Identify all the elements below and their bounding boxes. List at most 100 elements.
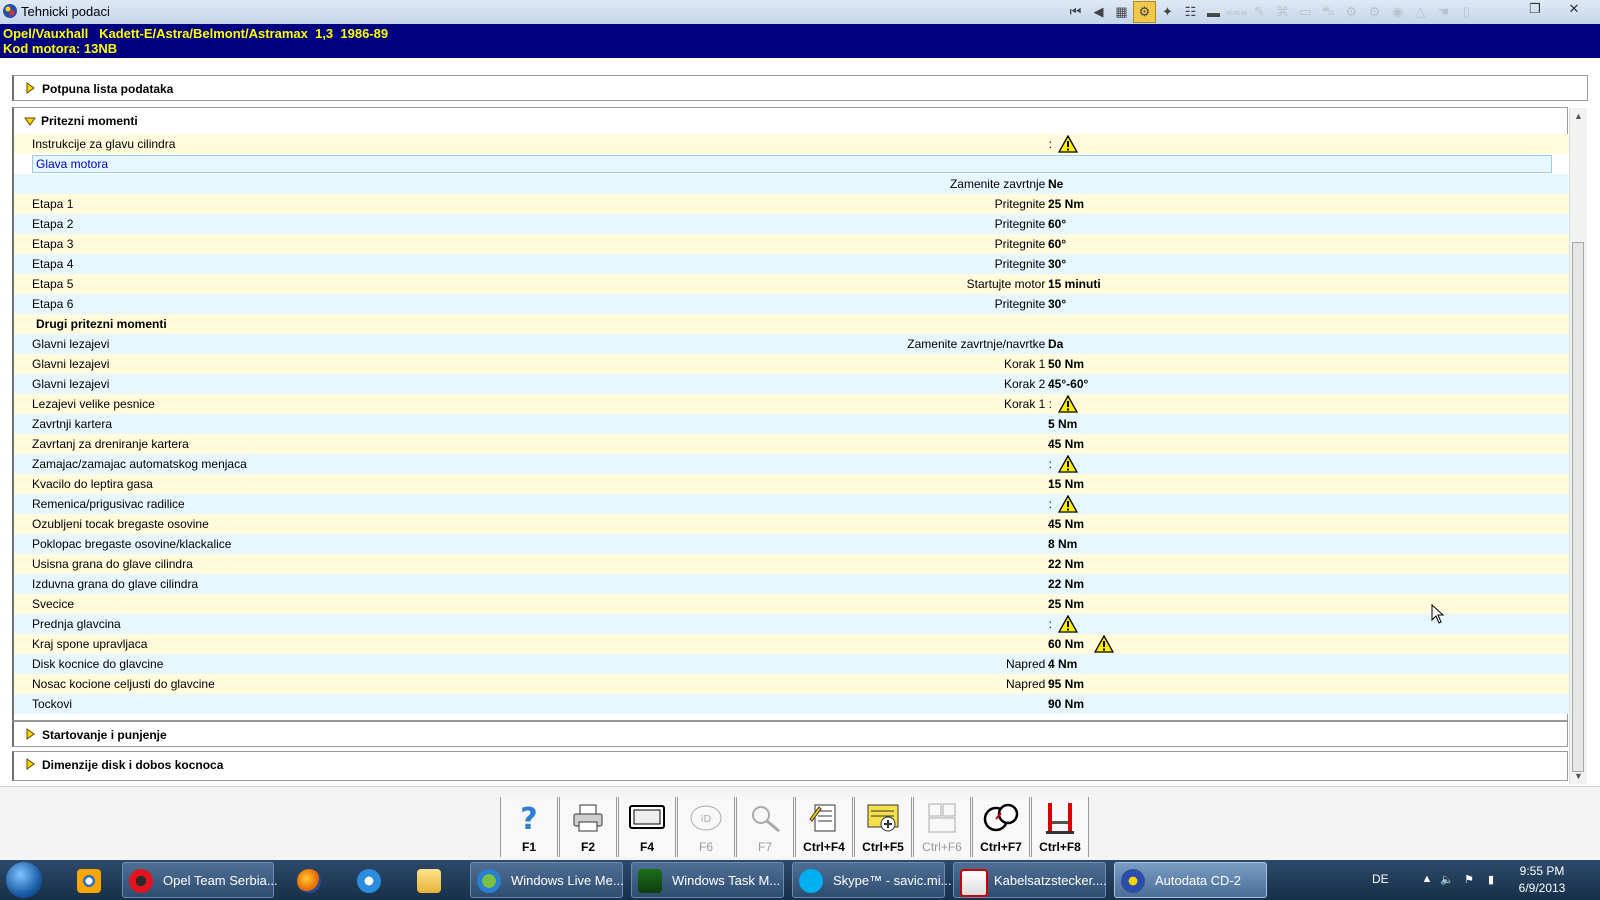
function-key-label: Ctrl+F8 (1039, 840, 1081, 854)
function-key-ctrl-f4[interactable]: Ctrl+F4 (795, 797, 853, 857)
scroll-up-icon[interactable]: ▲ (1570, 108, 1587, 124)
gear-icon[interactable]: ⚙ (1340, 1, 1363, 23)
hand-icon[interactable]: ☚ (1432, 1, 1455, 23)
engine-data-icon[interactable]: ⚙ (1133, 1, 1156, 23)
subsection-box: Glava motora (32, 155, 1552, 173)
vehicle-header: Opel/Vauxhall Kadett-E/Astra/Belmont/Ast… (0, 24, 1600, 58)
component-icon[interactable]: ⌘ (1271, 1, 1294, 23)
taskbar-item[interactable] (410, 862, 446, 898)
row-label: Glavni lezajevi (32, 357, 110, 371)
row-value: 22 Nm (1048, 577, 1085, 591)
table-row: Poklopac bregaste osovine/klackalice:8 N… (14, 534, 1570, 554)
clipboard-icon[interactable]: ▯ (1455, 1, 1478, 23)
language-indicator[interactable]: DE (1372, 872, 1389, 886)
back-icon[interactable]: ◀ (1087, 1, 1110, 23)
data-sheet-icon[interactable]: ▦ (1110, 1, 1133, 23)
network-icon[interactable]: ▮ (1484, 873, 1498, 887)
title-bar: Tehnicki podaci ⏮ ◀ ▦ ⚙ ✦ ☷ ▬ ⩶ ✎ ⌘ ▭ ⛍ … (0, 0, 1600, 25)
restore-button[interactable]: ❐ (1518, 0, 1552, 18)
function-key-f6[interactable]: iD F6 (677, 797, 735, 857)
show-hidden-icons-icon[interactable]: ▲ (1420, 873, 1434, 887)
taskbar-item[interactable] (290, 862, 326, 898)
scroll-down-icon[interactable]: ▼ (1570, 768, 1587, 784)
table-row: Svecice:25 Nm (14, 594, 1570, 614)
firefox-icon (297, 869, 321, 893)
function-keys: ? F1 F2 F4 iD F6 F7 Ctrl+F4 Ctrl+F5 Ctrl+F6 Ctrl+F… (500, 797, 1090, 857)
function-key-label: F4 (639, 840, 654, 854)
row-condition: Korak 2 : (1003, 377, 1052, 391)
warning-icon[interactable] (1057, 494, 1079, 513)
function-key-f2[interactable]: F2 (559, 797, 617, 857)
row-condition: Startujte motor : (966, 277, 1052, 291)
taskbar-item-label: Skype™ - savic.mi... (833, 873, 952, 888)
row-condition: Zamenite zavrtnje/navrtke : (907, 337, 1052, 351)
wheel-icon[interactable]: ◉ (1386, 1, 1409, 23)
row-condition: Napred : (1005, 677, 1052, 691)
table-row: Glavni lezajevi Korak 1 :50 Nm (14, 354, 1570, 374)
clock-date[interactable]: 6/9/2013 (1510, 881, 1574, 895)
row-label: Etapa 2 (32, 217, 74, 231)
function-key-ctrl-f8[interactable]: Ctrl+F8 (1031, 797, 1089, 857)
close-button[interactable]: ✕ (1557, 0, 1591, 18)
first-page-icon[interactable]: ⏮ (1064, 1, 1087, 23)
row-label: Kraj spone upravljaca (32, 637, 148, 651)
taskbar-item[interactable]: Autodata CD-2 (1114, 862, 1267, 898)
taskbar-item[interactable]: Windows Live Me... (470, 862, 624, 898)
section-brakes[interactable]: Dimenzije disk i dobos kocnoca (12, 751, 1568, 781)
warning-icon[interactable] (1057, 614, 1079, 633)
drive-icon[interactable]: ⚙ (1363, 1, 1386, 23)
table-row: Zavrtnji kartera:5 Nm (14, 414, 1570, 434)
row-value: Da (1048, 337, 1064, 351)
function-key-f4[interactable]: F4 (618, 797, 676, 857)
row-value: 60 Nm (1048, 637, 1085, 651)
taskbar-item[interactable]: Opel Team Serbia... (122, 862, 278, 898)
table-row: Ozubljeni tocak bregaste osovine:45 Nm (14, 514, 1570, 534)
action-center-icon[interactable]: ⚑ (1462, 873, 1476, 887)
car-icon[interactable]: ⛍ (1317, 1, 1340, 23)
taskbar-item[interactable]: Windows Task M... (631, 862, 784, 898)
section-starting[interactable]: Startovanje i punjenje (12, 721, 1568, 747)
function-key-f7[interactable]: F7 (736, 797, 794, 857)
table-row: Etapa 4 Pritegnite :30° (14, 254, 1570, 274)
taskbar-item[interactable] (350, 862, 386, 898)
engine-code: Kod motora: 13NB (3, 41, 118, 56)
section-torque-header[interactable]: Pritezni momenti (14, 108, 1567, 134)
warning-icon[interactable] (1057, 134, 1079, 153)
row-label: Tockovi (32, 697, 73, 711)
warning-icon[interactable] (1093, 634, 1115, 653)
autodata-icon (1121, 869, 1145, 893)
function-key-ctrl-f6[interactable]: Ctrl+F6 (913, 797, 971, 857)
service-icon[interactable]: ▬ (1202, 1, 1225, 23)
gauges-icon (973, 801, 1029, 835)
row-value: 22 Nm (1048, 557, 1085, 571)
row-value: 15 Nm (1048, 477, 1085, 491)
printer-icon (560, 801, 616, 835)
row-condition: : (1048, 137, 1052, 151)
clock-time[interactable]: 9:55 PM (1510, 864, 1574, 878)
vertical-scrollbar[interactable]: ▲ ▼ (1569, 108, 1587, 784)
scroll-thumb[interactable] (1572, 242, 1584, 772)
taskbar-item[interactable]: Skype™ - savic.mi... (792, 862, 951, 898)
taskbar-item[interactable]: Kabelsatzstecker.... (953, 862, 1107, 898)
wiring-icon[interactable]: ☷ (1179, 1, 1202, 23)
brush-icon[interactable]: ✎ (1248, 1, 1271, 23)
warning-icon[interactable] (1057, 454, 1079, 473)
section-full-list[interactable]: Potpuna lista podataka (12, 75, 1588, 101)
row-condition: : (1048, 457, 1052, 471)
function-key-ctrl-f7[interactable]: Ctrl+F7 (972, 797, 1030, 857)
volume-icon[interactable]: 🔈 (1440, 873, 1454, 887)
row-value: 30° (1048, 297, 1067, 311)
row-label: Svecice (32, 597, 75, 611)
row-label: Remenica/prigusivac radilice (32, 497, 185, 511)
lift-tool-icon[interactable]: ⩶ (1225, 1, 1248, 23)
taskbar-item[interactable] (70, 862, 106, 898)
case-icon[interactable]: ▭ (1294, 1, 1317, 23)
row-label: Poklopac bregaste osovine/klackalice (32, 537, 232, 551)
warning-icon[interactable] (1057, 394, 1079, 413)
function-key-f1[interactable]: ? F1 (500, 797, 558, 857)
row-value: 95 Nm (1048, 677, 1085, 691)
function-key-ctrl-f5[interactable]: Ctrl+F5 (854, 797, 912, 857)
tools-icon[interactable]: ✦ (1156, 1, 1179, 23)
warning-triangle-icon[interactable]: △ (1409, 1, 1432, 23)
start-button[interactable] (6, 862, 42, 898)
